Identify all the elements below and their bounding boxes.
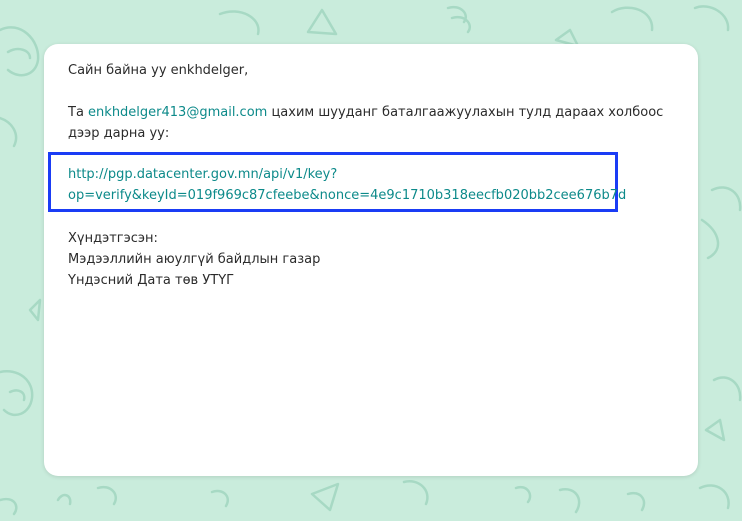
email-address-link[interactable]: enkhdelger413@gmail.com (88, 105, 267, 120)
email-card: Сайн байна уу enkhdelger, Та enkhdelger4… (44, 44, 698, 476)
greeting-text: Сайн байна уу enkhdelger, (68, 63, 249, 78)
signature-closing: Хүндэтгэсэн: (68, 231, 158, 246)
verify-link[interactable]: http://pgp.datacenter.gov.mn/api/v1/key?… (68, 164, 628, 206)
intro-prefix: Та (68, 105, 89, 120)
verify-link-line1: http://pgp.datacenter.gov.mn/api/v1/key? (68, 167, 338, 182)
verify-link-line2: op=verify&keyId=019f969c87cfeebe&nonce=4… (68, 188, 627, 203)
intro-text: Та enkhdelger413@gmail.com цахим шууданг… (68, 102, 678, 144)
signature-org-2: Үндэсний Дата төв УТҮГ (68, 273, 235, 288)
signature-block: Хүндэтгэсэн: Мэдээллийн аюулгүй байдлын … (68, 228, 320, 291)
signature-org-1: Мэдээллийн аюулгүй байдлын газар (68, 252, 321, 267)
